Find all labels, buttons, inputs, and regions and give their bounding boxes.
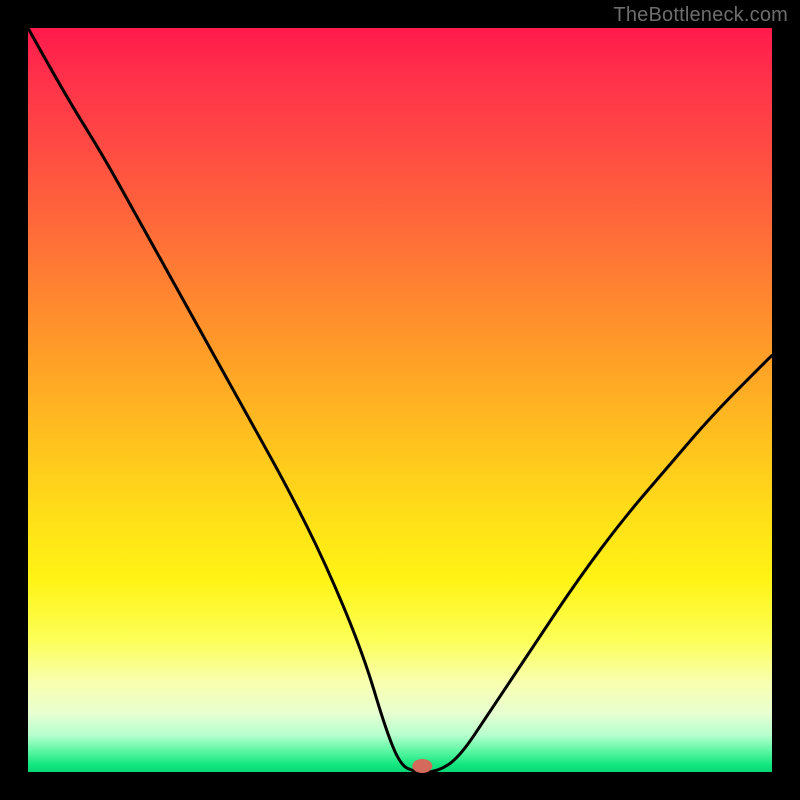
plot-area <box>28 28 772 772</box>
chart-stage: TheBottleneck.com <box>0 0 800 800</box>
valley-marker <box>412 759 432 773</box>
bottleneck-curve <box>28 28 772 772</box>
watermark-label: TheBottleneck.com <box>613 4 788 27</box>
